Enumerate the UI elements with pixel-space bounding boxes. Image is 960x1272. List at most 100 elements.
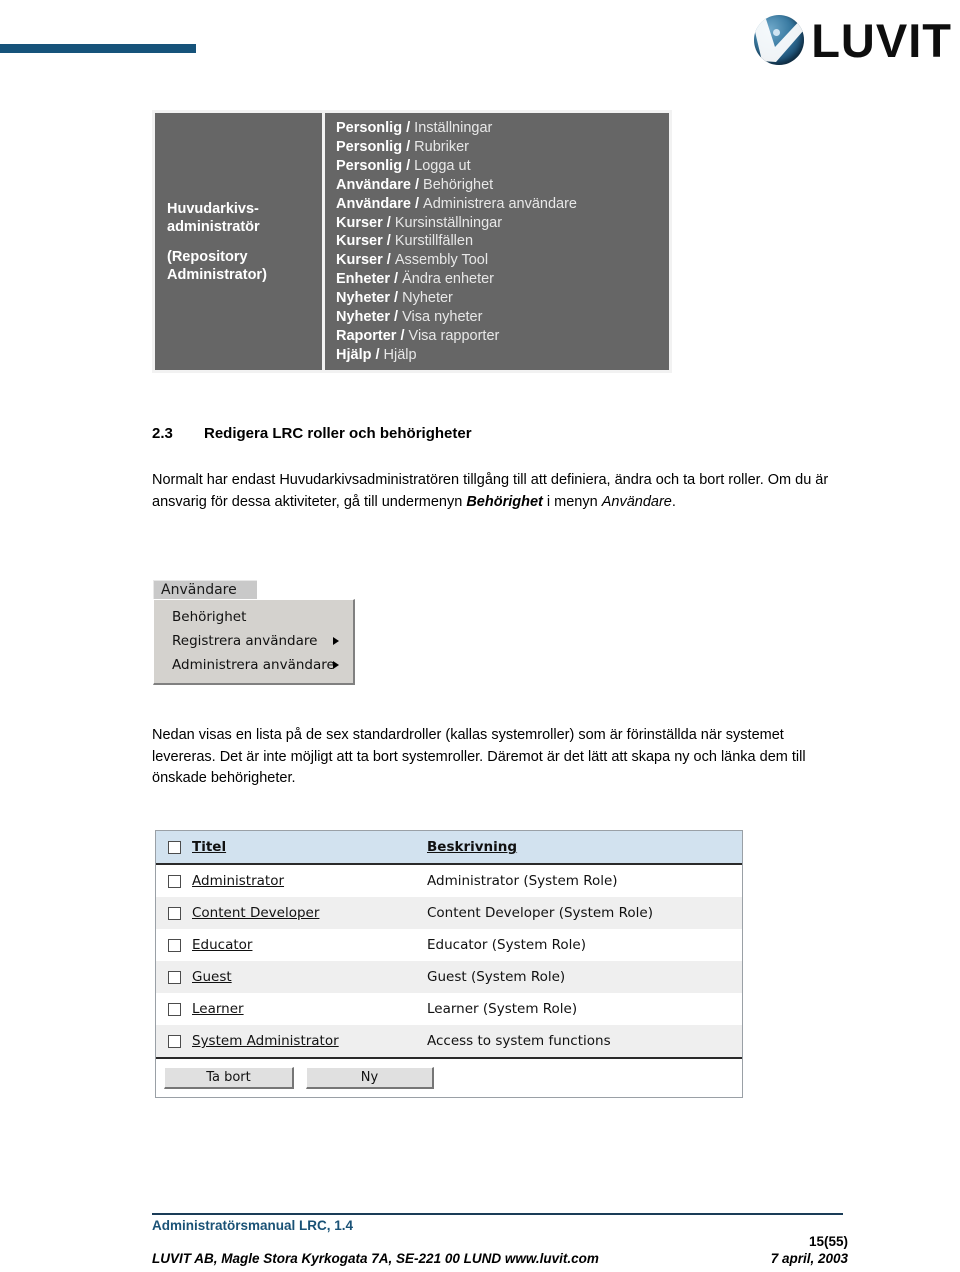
header-accent-band: [0, 44, 196, 53]
role-name-line-3: (Repository: [167, 248, 248, 265]
section-title: Redigera LRC roller och behörigheter: [204, 425, 472, 442]
role-permission-line: Raporter / Visa rapporter: [336, 327, 669, 346]
select-all-checkbox[interactable]: [167, 840, 181, 854]
role-permission-line: Personlig / Inställningar: [336, 119, 669, 138]
role-permission-menu: Kurser: [336, 252, 383, 269]
table-row: Educator Educator (System Role): [156, 929, 742, 961]
role-name-line-2: administratör: [167, 218, 260, 235]
role-title-link[interactable]: Content Developer: [192, 905, 319, 921]
role-permission-separator: /: [382, 252, 395, 269]
menu-item-label: Behörighet: [172, 609, 247, 625]
role-permission-line: Kurser / Kurstillfällen: [336, 232, 669, 251]
footer-divider: [152, 1213, 843, 1215]
role-permission-separator: /: [382, 233, 395, 250]
row-checkbox-cell[interactable]: [156, 1034, 192, 1048]
role-description-cell: Content Developer (System Role): [427, 905, 653, 921]
role-description-cell: Educator (System Role): [427, 937, 587, 953]
row-checkbox[interactable]: [167, 938, 181, 952]
new-button[interactable]: Ny: [306, 1067, 434, 1089]
role-title-link[interactable]: Administrator: [192, 873, 284, 889]
role-permission-item: Assembly Tool: [394, 252, 489, 269]
role-title-link[interactable]: Guest: [192, 969, 232, 985]
row-checkbox[interactable]: [167, 906, 181, 920]
role-permission-line: Enheter / Ändra enheter: [336, 270, 669, 289]
role-permission-separator: /: [390, 290, 403, 307]
role-permission-menu: Hjälp: [336, 346, 372, 363]
role-permission-line: Nyheter / Visa nyheter: [336, 308, 669, 327]
row-checkbox-cell[interactable]: [156, 970, 192, 984]
role-name-line-4: Administrator): [167, 266, 267, 283]
role-permission-item: Nyheter: [402, 290, 453, 307]
table-row: Guest Guest (System Role): [156, 961, 742, 993]
column-header-title-label: Titel: [192, 839, 227, 855]
role-permission-item: Kursinställningar: [394, 214, 503, 231]
role-permission-separator: /: [382, 214, 395, 231]
role-permission-item: Logga ut: [414, 157, 471, 174]
intro-paragraph-part-2: i menyn: [542, 493, 602, 510]
role-permission-separator: /: [402, 120, 415, 136]
role-title-link[interactable]: Educator: [192, 937, 252, 953]
role-permission-item: Ändra enheter: [402, 271, 494, 288]
role-permission-separator: /: [410, 195, 424, 212]
row-checkbox-cell[interactable]: [156, 906, 192, 920]
role-permission-line: Hjälp / Hjälp: [336, 346, 669, 365]
intro-paragraph-emphasis-1: Behörighet: [466, 493, 543, 510]
role-permission-line: Kurser / Assembly Tool: [336, 251, 669, 270]
role-permission-line: Kurser / Kursinställningar: [336, 214, 669, 233]
submenu-arrow-icon: [333, 661, 339, 669]
menu-item[interactable]: Registrera användare: [154, 629, 353, 653]
table-row: Learner Learner (System Role): [156, 993, 742, 1025]
submenu-arrow-icon: [333, 637, 339, 645]
role-permission-line: Personlig / Logga ut: [336, 157, 669, 176]
row-checkbox[interactable]: [167, 1034, 181, 1048]
role-permission-line: Personlig / Rubriker: [336, 138, 669, 157]
role-title-cell[interactable]: Administrator: [192, 873, 427, 889]
row-checkbox[interactable]: [167, 874, 181, 888]
role-permission-item: Visa nyheter: [402, 309, 483, 326]
logo-checkmark-shape: [754, 17, 805, 62]
role-permission-item: Kurstillfällen: [394, 233, 474, 250]
role-permission-separator: /: [402, 138, 415, 155]
role-description-cell: Guest (System Role): [427, 969, 566, 985]
luvit-globe-icon: [754, 15, 805, 65]
roles-table-body: Administrator Administrator (System Role)…: [156, 865, 742, 1057]
role-permission-menu: Nyheter: [336, 290, 390, 307]
select-all-checkbox-cell[interactable]: [156, 840, 192, 854]
role-title-link[interactable]: System Administrator: [192, 1033, 339, 1049]
row-checkbox[interactable]: [167, 1002, 181, 1016]
role-title-link[interactable]: Learner: [192, 1001, 244, 1017]
column-header-description-label: Beskrivning: [427, 839, 518, 855]
role-matrix-role-cell: Huvudarkivs- administratör (Repository A…: [155, 113, 325, 370]
row-checkbox-cell[interactable]: [156, 874, 192, 888]
menu-item[interactable]: Administrera användare: [154, 653, 353, 677]
footer-address: LUVIT AB, Magle Stora Kyrkogata 7A, SE-2…: [152, 1251, 599, 1266]
row-checkbox[interactable]: [167, 970, 181, 984]
delete-button[interactable]: Ta bort: [164, 1067, 294, 1089]
role-permission-separator: /: [402, 157, 415, 174]
role-description-cell: Access to system functions: [427, 1033, 611, 1049]
section-number: 2.3: [152, 425, 173, 442]
footer-page-number: 15(55): [808, 1234, 848, 1249]
row-checkbox-cell[interactable]: [156, 938, 192, 952]
role-description-cell: Learner (System Role): [427, 1001, 578, 1017]
role-permission-menu: Kurser: [336, 214, 383, 231]
logo-wordmark: LUVIT: [811, 13, 952, 67]
intro-paragraph: Normalt har endast Huvudarkivsadministra…: [152, 470, 838, 513]
menu-item[interactable]: Behörighet: [154, 605, 353, 629]
role-title-cell[interactable]: Content Developer: [192, 905, 427, 921]
column-header-description[interactable]: Beskrivning: [427, 839, 742, 855]
menu-item-label: Registrera användare: [172, 633, 318, 649]
column-header-title[interactable]: Titel: [192, 839, 427, 855]
role-permission-matrix: Huvudarkivs- administratör (Repository A…: [152, 110, 672, 373]
role-title-cell[interactable]: System Administrator: [192, 1033, 427, 1049]
menu-screenshot: Användare Behörighet Registrera användare…: [153, 580, 355, 685]
role-permission-menu: Användare: [336, 195, 411, 212]
menu-item-label: Administrera användare: [172, 657, 335, 673]
table-row: Administrator Administrator (System Role): [156, 865, 742, 897]
role-title-cell[interactable]: Educator: [192, 937, 427, 953]
role-title-cell[interactable]: Learner: [192, 1001, 427, 1017]
row-checkbox-cell[interactable]: [156, 1002, 192, 1016]
menu-tab-anvandare[interactable]: Användare: [153, 580, 257, 599]
role-permission-menu: Personlig: [336, 138, 403, 155]
role-title-cell[interactable]: Guest: [192, 969, 427, 985]
